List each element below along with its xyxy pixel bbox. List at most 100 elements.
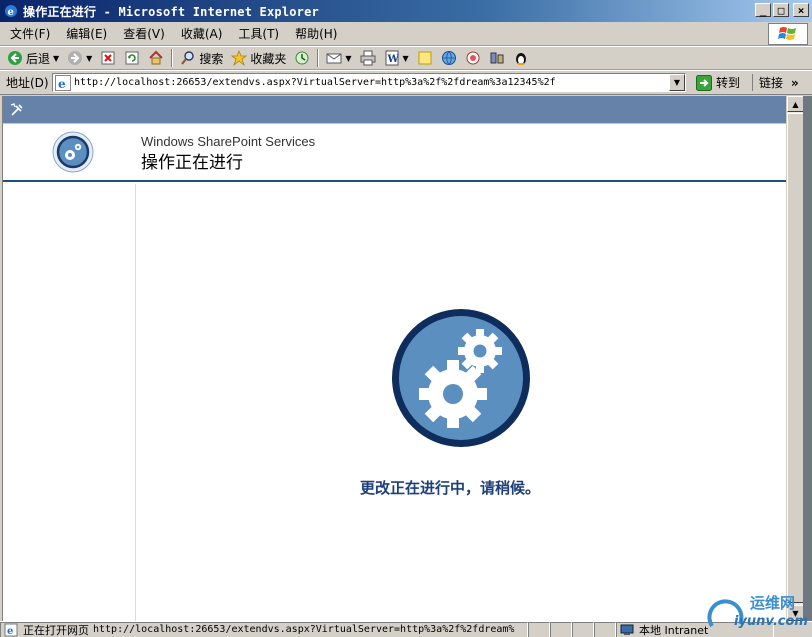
scroll-up-arrow-icon[interactable]: ▲: [787, 96, 804, 112]
status-lock-cell: [550, 621, 572, 637]
status-bar: e 正在打开网页 http://localhost:26653/extendvs…: [0, 621, 812, 637]
status-extra-cell: [594, 621, 616, 637]
forward-dropdown-icon[interactable]: ▼: [86, 54, 92, 63]
penguin-icon: [513, 50, 529, 66]
refresh-icon: [124, 50, 140, 66]
favorites-label: 收藏夹: [250, 51, 287, 66]
research-button[interactable]: [462, 47, 484, 69]
svg-text:W: W: [386, 54, 399, 65]
tools-button[interactable]: [486, 47, 508, 69]
watermark-text-cn: 运维网: [750, 594, 796, 612]
word-edit-icon: W: [384, 50, 400, 66]
search-label: 搜索: [199, 51, 224, 66]
menu-help[interactable]: 帮助(H): [287, 25, 345, 42]
sharepoint-header: Windows SharePoint Services 操作正在进行: [3, 124, 786, 182]
forward-arrow-icon: [67, 50, 83, 66]
home-button[interactable]: [145, 47, 167, 69]
scroll-thumb[interactable]: [787, 113, 804, 603]
address-input[interactable]: [74, 77, 664, 88]
svg-text:e: e: [58, 77, 66, 91]
mail-dropdown-icon[interactable]: ▼: [345, 54, 351, 63]
status-main-cell: e 正在打开网页 http://localhost:26653/extendvs…: [0, 621, 528, 637]
page-loading-icon: e: [3, 623, 19, 637]
sharepoint-gear-logo-icon: [52, 131, 94, 173]
address-dropdown-icon[interactable]: ▼: [669, 74, 685, 91]
windows-logo-icon: [768, 23, 808, 45]
site-watermark: 运维网 iyunv.com: [706, 590, 810, 634]
back-arrow-icon: [7, 50, 23, 66]
go-button[interactable]: 转到: [692, 74, 744, 91]
address-field[interactable]: e ▼: [52, 73, 686, 92]
history-button[interactable]: [291, 47, 313, 69]
title-bar: e 操作正在进行 - Microsoft Internet Explorer _…: [0, 0, 812, 22]
qq-button[interactable]: [510, 47, 532, 69]
history-icon: [294, 50, 310, 66]
menu-bar: 文件(F) 编辑(E) 查看(V) 收藏(A) 工具(T) 帮助(H): [0, 22, 812, 46]
go-label: 转到: [716, 76, 741, 90]
sharepoint-body: 更改正在进行中，请稍候。: [3, 184, 786, 621]
menu-tools[interactable]: 工具(T): [230, 25, 287, 42]
back-dropdown-icon[interactable]: ▼: [53, 54, 59, 63]
browser-content: Windows SharePoint Services 操作正在进行 更改正在进…: [2, 96, 786, 621]
go-arrow-icon: [696, 74, 712, 91]
toolbar-separator: [317, 49, 320, 67]
discuss-button[interactable]: [414, 47, 436, 69]
back-label: 后退: [26, 51, 51, 66]
stop-button[interactable]: [97, 47, 119, 69]
svg-text:e: e: [7, 626, 13, 637]
status-progress-cell: [528, 621, 550, 637]
research-icon: [465, 50, 481, 66]
page-ie-icon: e: [55, 74, 71, 91]
svg-text:e: e: [8, 7, 14, 18]
favorites-button[interactable]: 收藏夹: [228, 47, 289, 69]
product-name: Windows SharePoint Services: [141, 134, 316, 149]
intranet-zone-icon: [619, 623, 635, 637]
page-title: 操作正在进行: [141, 153, 243, 173]
edit-button[interactable]: W ▼: [381, 47, 412, 69]
messenger-button[interactable]: [438, 47, 460, 69]
maximize-button[interactable]: □: [773, 3, 789, 17]
refresh-button[interactable]: [121, 47, 143, 69]
mail-icon: [326, 50, 342, 66]
desktop-edge: [803, 96, 812, 621]
status-url: http://localhost:26653/extendvs.aspx?Vir…: [93, 624, 515, 635]
search-icon: [180, 50, 196, 66]
left-nav-panel: [3, 184, 136, 621]
mail-button[interactable]: ▼: [323, 47, 354, 69]
operation-in-progress-gear-icon: [391, 308, 531, 448]
forward-button[interactable]: ▼: [64, 47, 95, 69]
menu-view[interactable]: 查看(V): [115, 25, 173, 42]
back-button[interactable]: 后退 ▼: [4, 47, 62, 69]
menu-edit[interactable]: 编辑(E): [58, 25, 115, 42]
tools-icon: [489, 50, 505, 66]
star-icon: [231, 50, 248, 66]
status-extra-cell: [572, 621, 594, 637]
edit-dropdown-icon[interactable]: ▼: [403, 54, 409, 63]
status-text: 正在打开网页: [23, 623, 89, 637]
stop-icon: [100, 50, 116, 66]
globe-icon: [441, 50, 457, 66]
home-icon: [148, 50, 164, 66]
window-title: 操作正在进行 - Microsoft Internet Explorer: [23, 4, 319, 19]
toolbar-separator: [171, 49, 174, 67]
standard-toolbar: 后退 ▼ ▼ 搜索 收藏夹 ▼ W ▼: [0, 46, 812, 70]
menu-favorites[interactable]: 收藏(A): [173, 25, 231, 42]
close-button[interactable]: ×: [793, 3, 809, 17]
minimize-button[interactable]: _: [755, 3, 771, 17]
watermark-text-domain: iyunv.com: [734, 614, 808, 629]
search-button[interactable]: 搜索: [177, 47, 226, 69]
print-button[interactable]: [357, 47, 379, 69]
links-chevron-icon[interactable]: »: [791, 76, 799, 90]
tools-icon[interactable]: [9, 102, 25, 118]
printer-icon: [360, 50, 376, 66]
menu-file[interactable]: 文件(F): [0, 25, 58, 42]
sharepoint-top-bar: [3, 96, 786, 124]
address-label: 地址(D): [6, 76, 49, 90]
note-icon: [417, 50, 433, 66]
address-bar: 地址(D) e ▼ 转到 链接 »: [0, 70, 812, 95]
vertical-scrollbar[interactable]: ▲ ▼: [786, 96, 804, 621]
zone-label: 本地 Intranet: [639, 623, 709, 637]
progress-message: 更改正在进行中，请稍候。: [360, 479, 541, 497]
links-button[interactable]: 链接: [752, 74, 783, 91]
ie-app-icon[interactable]: e: [3, 3, 19, 19]
